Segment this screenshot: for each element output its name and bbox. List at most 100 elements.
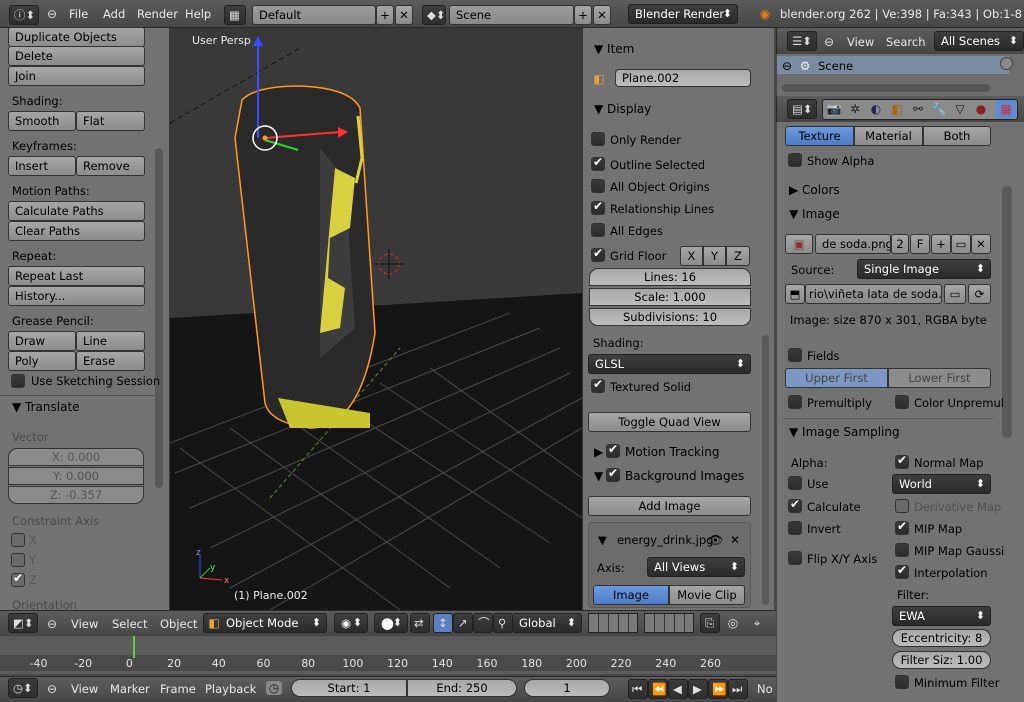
movie-clip-tab[interactable]: Movie Clip [669,585,745,605]
source-select[interactable]: Single Image [857,259,991,279]
constraints-tab-icon[interactable]: ⚯ [910,102,926,116]
material-type-tab[interactable]: Material [854,126,923,146]
grid-subdivisions-field[interactable]: Subdivisions: 10 [589,308,751,326]
data-tab-icon[interactable]: ▽ [952,102,968,116]
render-engine-select[interactable]: Blender Render [628,4,738,24]
constraint-x-checkbox[interactable] [11,533,25,547]
all-edges-checkbox[interactable] [591,223,605,237]
toggle-quad-view-button[interactable]: Toggle Quad View [588,412,751,432]
pack-image-button[interactable]: ⬒ [785,284,805,304]
timeline-editor-type[interactable]: ◷⬍ [8,678,38,698]
timeline-menu-frame[interactable]: Frame [160,682,196,696]
background-images-checkbox[interactable] [606,466,620,482]
unlink-image-button[interactable]: ✕ [971,234,991,254]
filter-size-field[interactable]: Filter Siz: 1.00 [892,651,991,669]
smooth-button[interactable]: Smooth [8,111,76,131]
calculate-paths-button[interactable]: Calculate Paths [8,201,145,221]
translate-title[interactable]: ▼ Translate [12,400,80,414]
open-image-button[interactable]: ▭ [951,234,971,254]
grid-lines-field[interactable]: Lines: 16 [589,268,751,286]
timeline-menu-marker[interactable]: Marker [110,682,150,696]
manipulator-toggle[interactable]: ⇄ [410,613,430,633]
viewport-shading-select[interactable]: ◉ [334,613,368,633]
calculate-alpha-checkbox[interactable] [788,497,802,513]
grid-floor-checkbox[interactable] [591,246,605,262]
next-keyframe-button[interactable]: ⏩ [708,679,728,699]
timeline-menu-view[interactable]: View [71,682,98,696]
snap-icon[interactable]: ⌖ [750,616,764,630]
normal-space-select[interactable]: World [892,474,991,494]
grid-x-toggle[interactable]: X [680,246,703,266]
orientation-select[interactable]: Global [512,613,582,633]
menu-help[interactable]: Help [185,7,211,21]
add-scene-button[interactable]: + [574,5,592,25]
new-image-button[interactable]: + [931,234,951,254]
remove-scene-button[interactable]: ✕ [593,5,611,25]
background-images-header[interactable]: ▼ [594,469,603,483]
object-name-field[interactable]: Plane.002 [615,69,751,87]
item-panel-header[interactable]: ▼ Item [594,42,634,56]
shading-select[interactable]: GLSL [588,354,751,374]
tool-shelf-scrollbar[interactable] [155,148,163,488]
all-origins-checkbox[interactable] [591,179,605,193]
render-tab-icon[interactable]: 📷 [826,102,842,116]
repeat-last-button[interactable]: Repeat Last [8,266,145,286]
rotate-manip-icon[interactable]: ↗ [453,613,473,633]
view3d-menu-select[interactable]: Select [112,617,147,631]
history-button[interactable]: History... [8,286,145,306]
prev-keyframe-button[interactable]: ⏪ [648,679,668,699]
scene-field[interactable]: Scene [449,5,574,25]
draw-button[interactable]: Draw [8,331,76,351]
modifiers-tab-icon[interactable]: 🔧 [931,102,947,116]
menu-add[interactable]: Add [103,7,125,21]
delete-button[interactable]: Delete [8,46,145,66]
image-panel-header[interactable]: ▼ Image [789,207,840,221]
outliner-hscroll[interactable] [782,84,990,92]
translate-z-field[interactable]: Z: -0.357 [8,486,144,504]
mip-gauss-checkbox[interactable] [895,543,909,557]
motion-tracking-checkbox[interactable] [606,442,620,458]
line-button[interactable]: Line [76,331,145,351]
timeline-menu-playback[interactable]: Playback [205,682,256,696]
play-button[interactable]: ▶ [688,679,708,699]
only-render-checkbox[interactable] [591,132,605,146]
normal-map-checkbox[interactable] [895,453,909,469]
world-tab-icon[interactable]: ◐ [868,102,884,116]
join-button[interactable]: Join [8,66,145,86]
menu-render[interactable]: Render [137,7,178,21]
image-tab[interactable]: Image [593,585,669,605]
image-name-field[interactable]: de soda.png [815,234,891,254]
flip-axis-checkbox[interactable] [788,551,802,565]
view3d-menu-view[interactable]: View [71,617,98,631]
grid-z-toggle[interactable]: Z [726,246,750,266]
scene-tab-icon[interactable]: ✲ [847,102,863,116]
view3d-menu-object[interactable]: Object [160,617,197,631]
display-panel-header[interactable]: ▼ Display [594,102,651,116]
outliner-scrollbar[interactable] [1000,57,1013,70]
translate-manip-icon[interactable]: ↕ [433,613,453,633]
fields-checkbox[interactable] [788,348,802,362]
scene-icon[interactable]: ◆⬍ [422,5,446,25]
constraint-z-checkbox[interactable] [11,571,25,587]
add-layout-button[interactable]: + [376,5,394,25]
color-unpremul-checkbox[interactable] [895,395,909,409]
flat-button[interactable]: Flat [76,111,145,131]
jump-start-button[interactable]: ⏮ [628,679,648,699]
view3d-editor-type[interactable]: ◩⬍ [8,613,38,633]
timeline-collapse-icon[interactable]: ⊖ [46,682,58,696]
translate-y-field[interactable]: Y: 0.000 [8,467,144,485]
layout-field[interactable]: Default [252,5,376,25]
outliner-menu-search[interactable]: Search [886,35,926,49]
start-frame-field[interactable]: Start: 1 [291,679,407,697]
minimum-filter-checkbox[interactable] [895,675,909,689]
outline-selected-checkbox[interactable] [591,155,605,171]
close-icon[interactable]: ✕ [728,533,742,547]
expand-icon[interactable]: ⊖ [781,59,793,73]
both-type-tab[interactable]: Both [923,126,991,146]
outliner-collapse-icon[interactable]: ⊖ [823,35,835,49]
poly-button[interactable]: Poly [8,351,76,371]
insert-keyframe-button[interactable]: Insert [8,156,76,176]
n-panel-scrollbar[interactable] [762,335,769,605]
interpolation-checkbox[interactable] [895,563,909,579]
bg-image-expand[interactable]: ▼ [598,533,607,547]
